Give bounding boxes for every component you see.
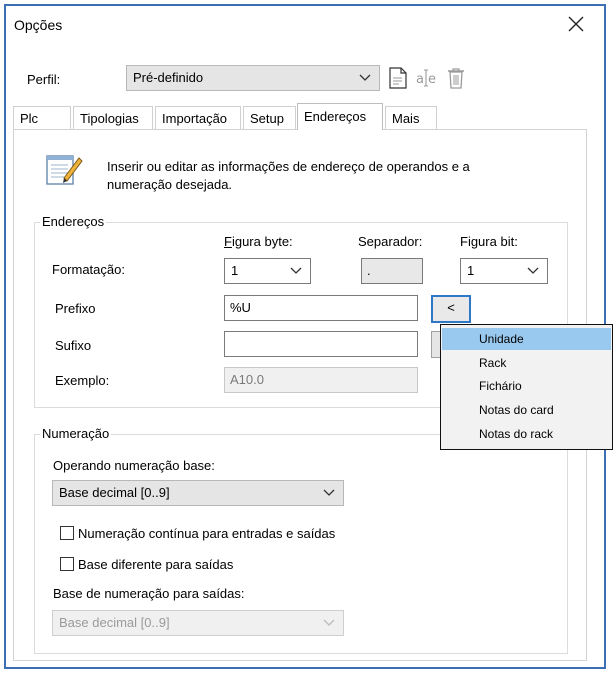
format-label: Formatação: [52,262,125,277]
tab-setup[interactable]: Setup [243,106,296,129]
chevron-down-icon [323,619,335,626]
different-base-checkbox[interactable] [60,557,74,571]
prefix-label: Prefixo [55,301,96,316]
base-operand-value: Base decimal [0..9] [59,485,170,500]
output-base-select: Base decimal [0..9] [52,610,344,636]
notepad-edit-icon [46,155,83,185]
output-base-label: Base de numeração para saídas: [53,586,245,601]
insert-field-menu: Unidade Rack Fichário Notas do card Nota… [440,324,613,450]
menu-item-notas-do-card[interactable]: Notas do card [442,399,611,421]
example-value: A10.0 [224,367,418,393]
tab-importacao[interactable]: Importação [155,106,241,129]
chevron-down-icon [359,74,371,81]
output-base-value: Base decimal [0..9] [59,615,170,630]
svg-text:e: e [428,72,436,87]
continuous-numbering-label: Numeração contínua para entradas e saída… [78,526,336,541]
dialog-title: Opções [14,17,63,33]
figure-byte-select[interactable]: 1 [224,258,311,284]
tab-enderecos[interactable]: Endereços [297,103,383,130]
new-document-icon[interactable] [387,66,409,90]
figure-byte-value: 1 [231,263,239,278]
chevron-down-icon [290,267,302,274]
separator-header: Separador: [358,234,423,249]
chevron-down-icon [527,267,539,274]
continuous-numbering-checkbox[interactable] [60,526,74,540]
figure-bit-value: 1 [467,263,475,278]
profile-label: Perfil: [27,72,61,87]
tab-mais[interactable]: Mais [385,106,437,129]
profile-select[interactable]: Pré-definido [126,65,380,91]
tab-tipologias[interactable]: Tipologias [73,106,153,129]
prefix-input[interactable]: %U [224,295,418,321]
menu-item-notas-do-rack[interactable]: Notas do rack [442,423,611,445]
numbering-group-label: Numeração [40,426,112,441]
separator-input[interactable]: . [361,258,423,284]
trash-icon[interactable] [445,66,467,90]
prefix-insert-button[interactable]: < [431,295,471,323]
figure-bit-header: Figura bit: [460,234,518,249]
close-icon[interactable] [566,14,586,34]
suffix-label: Sufixo [55,338,92,353]
rename-icon[interactable]: a e [414,66,438,90]
suffix-input[interactable] [224,331,418,357]
figure-bit-select[interactable]: 1 [460,258,548,284]
addresses-group-label: Endereços [40,214,107,229]
description-line-1: Inserir ou editar as informações de ende… [107,159,470,174]
menu-item-fichario[interactable]: Fichário [442,375,611,397]
tab-plc[interactable]: Plc [13,106,71,129]
different-base-label: Base diferente para saídas [78,557,234,572]
svg-text:a: a [416,72,424,87]
example-label: Exemplo: [55,373,110,388]
profile-value: Pré-definido [133,70,204,85]
figure-byte-header-text: igura byte: [231,234,293,249]
menu-item-unidade[interactable]: Unidade [442,328,611,350]
figure-byte-header: Figura byte: [224,234,293,249]
menu-item-rack[interactable]: Rack [442,352,611,374]
base-operand-select[interactable]: Base decimal [0..9] [52,480,344,506]
description-line-2: numeração desejada. [107,177,233,192]
base-operand-label: Operando numeração base: [53,458,215,473]
chevron-down-icon [323,489,335,496]
